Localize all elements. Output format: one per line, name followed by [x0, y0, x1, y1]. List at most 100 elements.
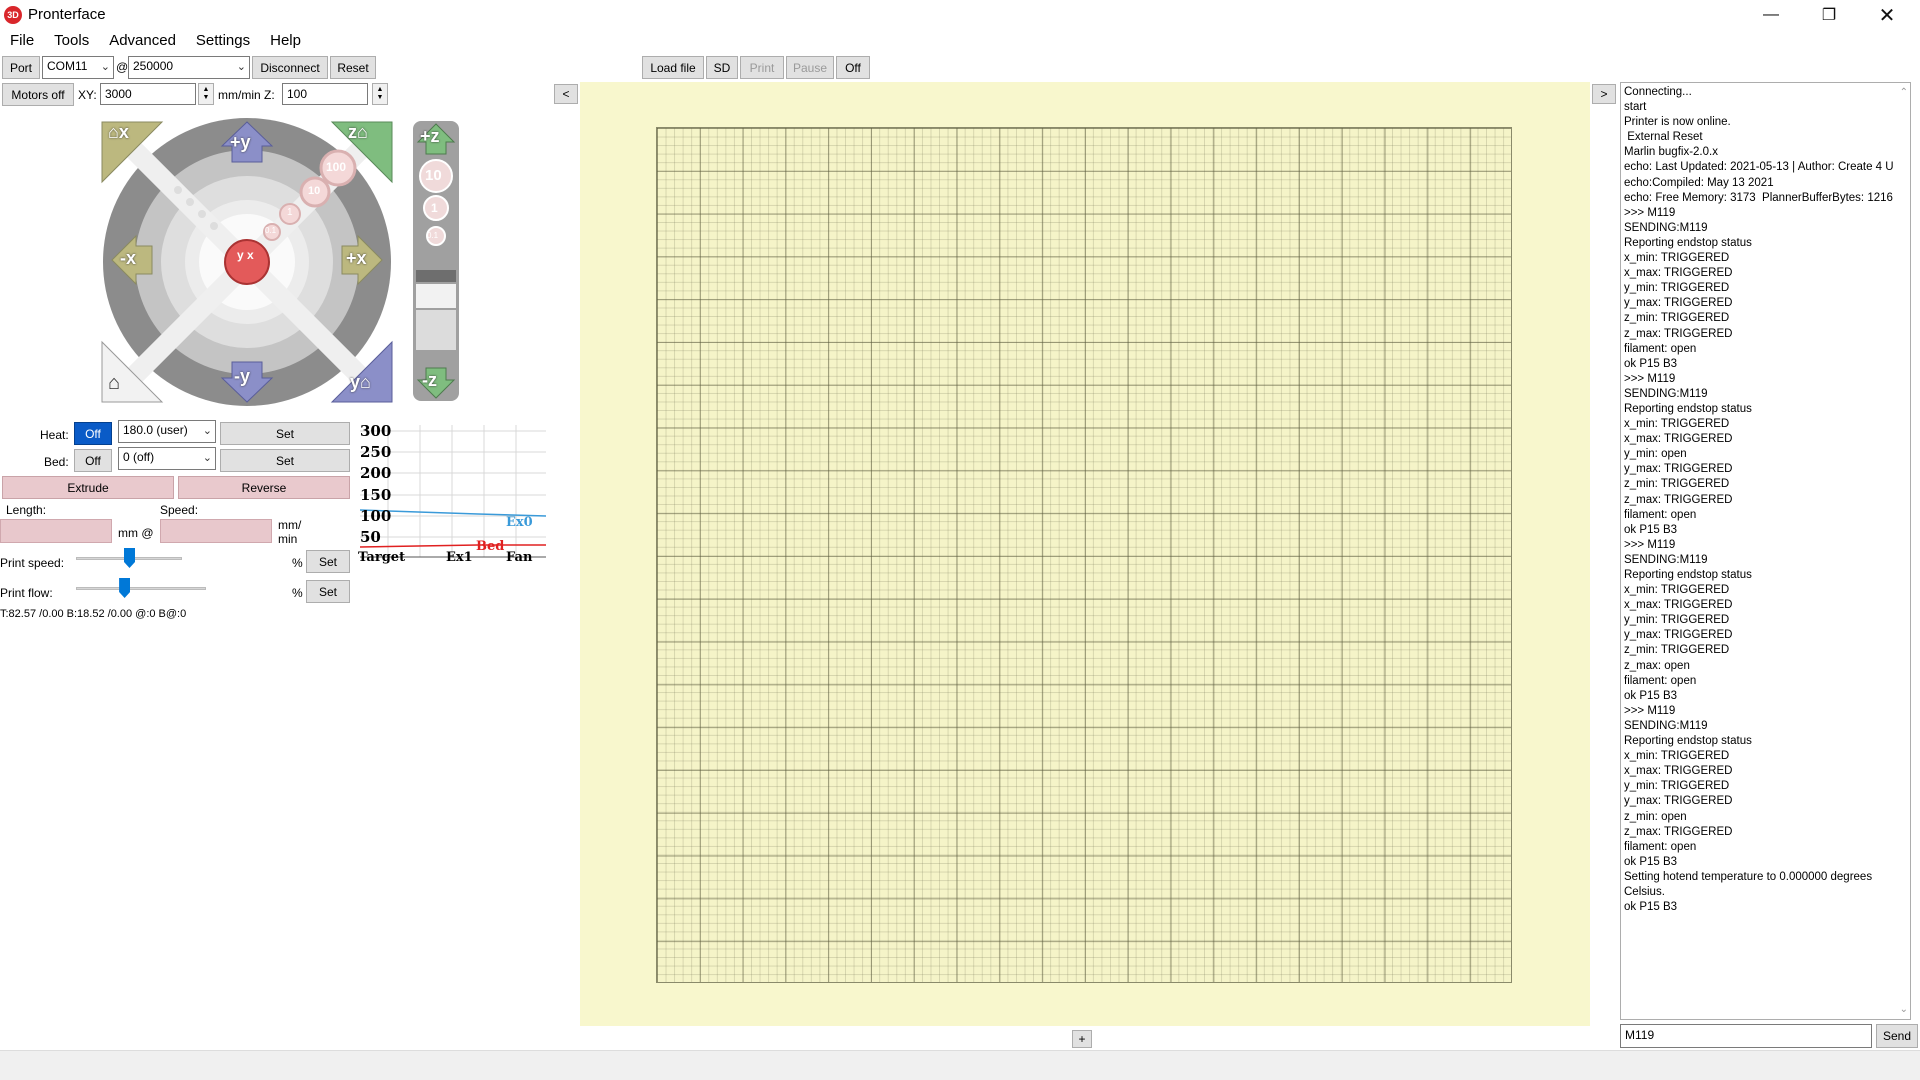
log-line: y_min: open — [1624, 448, 1687, 461]
minimize-icon[interactable]: — — [1742, 0, 1800, 30]
print-flow-slider[interactable] — [76, 578, 206, 602]
bed-select[interactable]: 0 (off) ⌄ — [118, 447, 216, 470]
log-line: Marlin bugfix-2.0.x — [1624, 146, 1718, 159]
off-button[interactable]: Off — [836, 56, 870, 79]
print-flow-set-button[interactable]: Set — [306, 580, 350, 603]
log-line: y_max: TRIGGERED — [1624, 629, 1733, 642]
log-line: Reporting endstop status — [1624, 402, 1752, 415]
reverse-button[interactable]: Reverse — [178, 476, 350, 499]
log-lines: Connecting... start Printer is now online.… — [1624, 85, 1907, 915]
load-file-button[interactable]: Load file — [642, 56, 704, 79]
menu-advanced[interactable]: Advanced — [99, 30, 186, 52]
xy-feedrate-input[interactable]: 3000 — [100, 83, 196, 105]
home-z-icon[interactable]: z⌂ — [348, 122, 368, 143]
scroll-up-icon[interactable]: ⌃ — [1900, 85, 1908, 100]
xy-jog-control[interactable]: ⌂x z⌂ +y -x +x -y ⌂ y⌂ 100 10 1 0.1 y x — [100, 118, 394, 408]
at-label: @ — [116, 60, 129, 74]
jog-center-icon[interactable]: y x — [237, 248, 254, 262]
log-line: ok P15 B3 — [1624, 523, 1678, 536]
bed-set-button[interactable]: Set — [220, 449, 350, 472]
home-y-icon[interactable]: y⌂ — [350, 372, 371, 393]
jog-plus-z-button[interactable]: +z — [420, 126, 440, 147]
home-x-icon[interactable]: ⌂x — [108, 122, 129, 143]
speed-input[interactable] — [160, 519, 272, 543]
collapse-right-button[interactable]: > — [1592, 84, 1616, 104]
send-button[interactable]: Send — [1876, 1024, 1918, 1048]
extrude-button[interactable]: Extrude — [2, 476, 174, 499]
y-tick-50: 50 — [360, 528, 381, 547]
y-tick-300: 300 — [360, 422, 392, 440]
collapse-left-button[interactable]: < — [554, 84, 578, 104]
port-button[interactable]: Port — [2, 56, 40, 79]
log-line: x_max: TRIGGERED — [1624, 599, 1733, 612]
log-line: z_max: TRIGGERED — [1624, 825, 1733, 838]
print-speed-slider[interactable] — [76, 548, 182, 572]
print-speed-set-button[interactable]: Set — [306, 550, 350, 573]
xy-spinner[interactable]: ▲ ▼ — [198, 83, 214, 105]
disconnect-button[interactable]: Disconnect — [252, 56, 328, 79]
reset-button[interactable]: Reset — [330, 56, 376, 79]
home-all-icon[interactable]: ⌂ — [108, 372, 120, 395]
log-line: ok P15 B3 — [1624, 357, 1678, 370]
log-line: >>> M119 — [1624, 206, 1676, 219]
jog-minus-z-button[interactable]: -z — [422, 370, 437, 391]
log-line: x_min: TRIGGERED — [1624, 584, 1730, 597]
log-line: y_max: TRIGGERED — [1624, 795, 1733, 808]
heat-set-button[interactable]: Set — [220, 422, 350, 445]
log-line: y_min: TRIGGERED — [1624, 614, 1730, 627]
command-input[interactable]: M119 — [1620, 1024, 1872, 1048]
graph-y-ticks: 300 250 200 150 100 50 — [360, 421, 391, 548]
step-1-label[interactable]: 1 — [287, 207, 293, 218]
log-line: z_max: TRIGGERED — [1624, 493, 1733, 506]
jog-plus-x-button[interactable]: +x — [346, 248, 367, 269]
build-plate-grid[interactable] — [656, 127, 1512, 983]
port-select[interactable]: COM11 ⌄ — [42, 56, 114, 79]
step-100-label[interactable]: 100 — [326, 160, 346, 174]
baud-value: 250000 — [133, 59, 174, 73]
menu-help[interactable]: Help — [260, 30, 311, 52]
log-line: External Reset — [1624, 131, 1703, 144]
baud-select[interactable]: 250000 ⌄ — [128, 56, 250, 79]
close-icon[interactable]: ✕ — [1858, 0, 1916, 30]
motors-off-button[interactable]: Motors off — [2, 83, 74, 106]
log-line: SENDING:M119 — [1624, 387, 1708, 400]
step-0-1-label[interactable]: 0.1 — [265, 226, 276, 235]
heat-off-toggle[interactable]: Off — [74, 422, 112, 445]
jog-plus-y-button[interactable]: +y — [230, 132, 251, 153]
length-input[interactable] — [0, 519, 112, 543]
z-feedrate-input[interactable]: 100 — [282, 83, 368, 105]
menu-tools[interactable]: Tools — [44, 30, 99, 52]
scroll-down-icon[interactable]: ⌄ — [1900, 1002, 1908, 1017]
log-line: filament: open — [1624, 342, 1697, 355]
sd-button[interactable]: SD — [706, 56, 738, 79]
print-button[interactable]: Print — [740, 56, 784, 79]
z-spinner[interactable]: ▲ ▼ — [372, 83, 388, 105]
z-step-1-label[interactable]: 1 — [431, 201, 438, 215]
log-line: z_min: TRIGGERED — [1624, 644, 1730, 657]
print-flow-thumb[interactable] — [119, 578, 131, 598]
print-speed-thumb[interactable] — [124, 548, 135, 568]
log-line: ok P15 B3 — [1624, 855, 1678, 868]
log-line: y_min: TRIGGERED — [1624, 282, 1730, 295]
log-line: filament: open — [1624, 674, 1697, 687]
jog-minus-y-button[interactable]: -y — [234, 366, 250, 387]
step-10-label[interactable]: 10 — [308, 185, 320, 197]
chevron-down-icon: ⌄ — [236, 61, 246, 73]
add-button[interactable]: + — [1072, 1030, 1092, 1048]
log-line: SENDING:M119 — [1624, 719, 1708, 732]
heat-select[interactable]: 180.0 (user) ⌄ — [118, 420, 216, 443]
console-log[interactable]: Connecting... start Printer is now online.… — [1620, 82, 1911, 1020]
restore-icon[interactable]: ❐ — [1800, 0, 1858, 30]
bed-off-toggle[interactable]: Off — [74, 449, 112, 472]
jog-minus-x-button[interactable]: -x — [120, 248, 136, 269]
pause-button[interactable]: Pause — [786, 56, 834, 79]
z-step-0-1-label[interactable]: 0.1 — [427, 231, 438, 240]
z-jog-control[interactable]: +z -z 10 1 0.1 — [412, 120, 460, 402]
chevron-down-icon: ⌄ — [100, 61, 110, 73]
log-line: y_max: TRIGGERED — [1624, 463, 1733, 476]
menu-file[interactable]: File — [0, 30, 44, 52]
log-line: z_min: open — [1624, 810, 1687, 823]
z-step-10-label[interactable]: 10 — [425, 167, 442, 184]
chevron-down-icon: ⌄ — [202, 425, 212, 437]
menu-settings[interactable]: Settings — [186, 30, 260, 52]
